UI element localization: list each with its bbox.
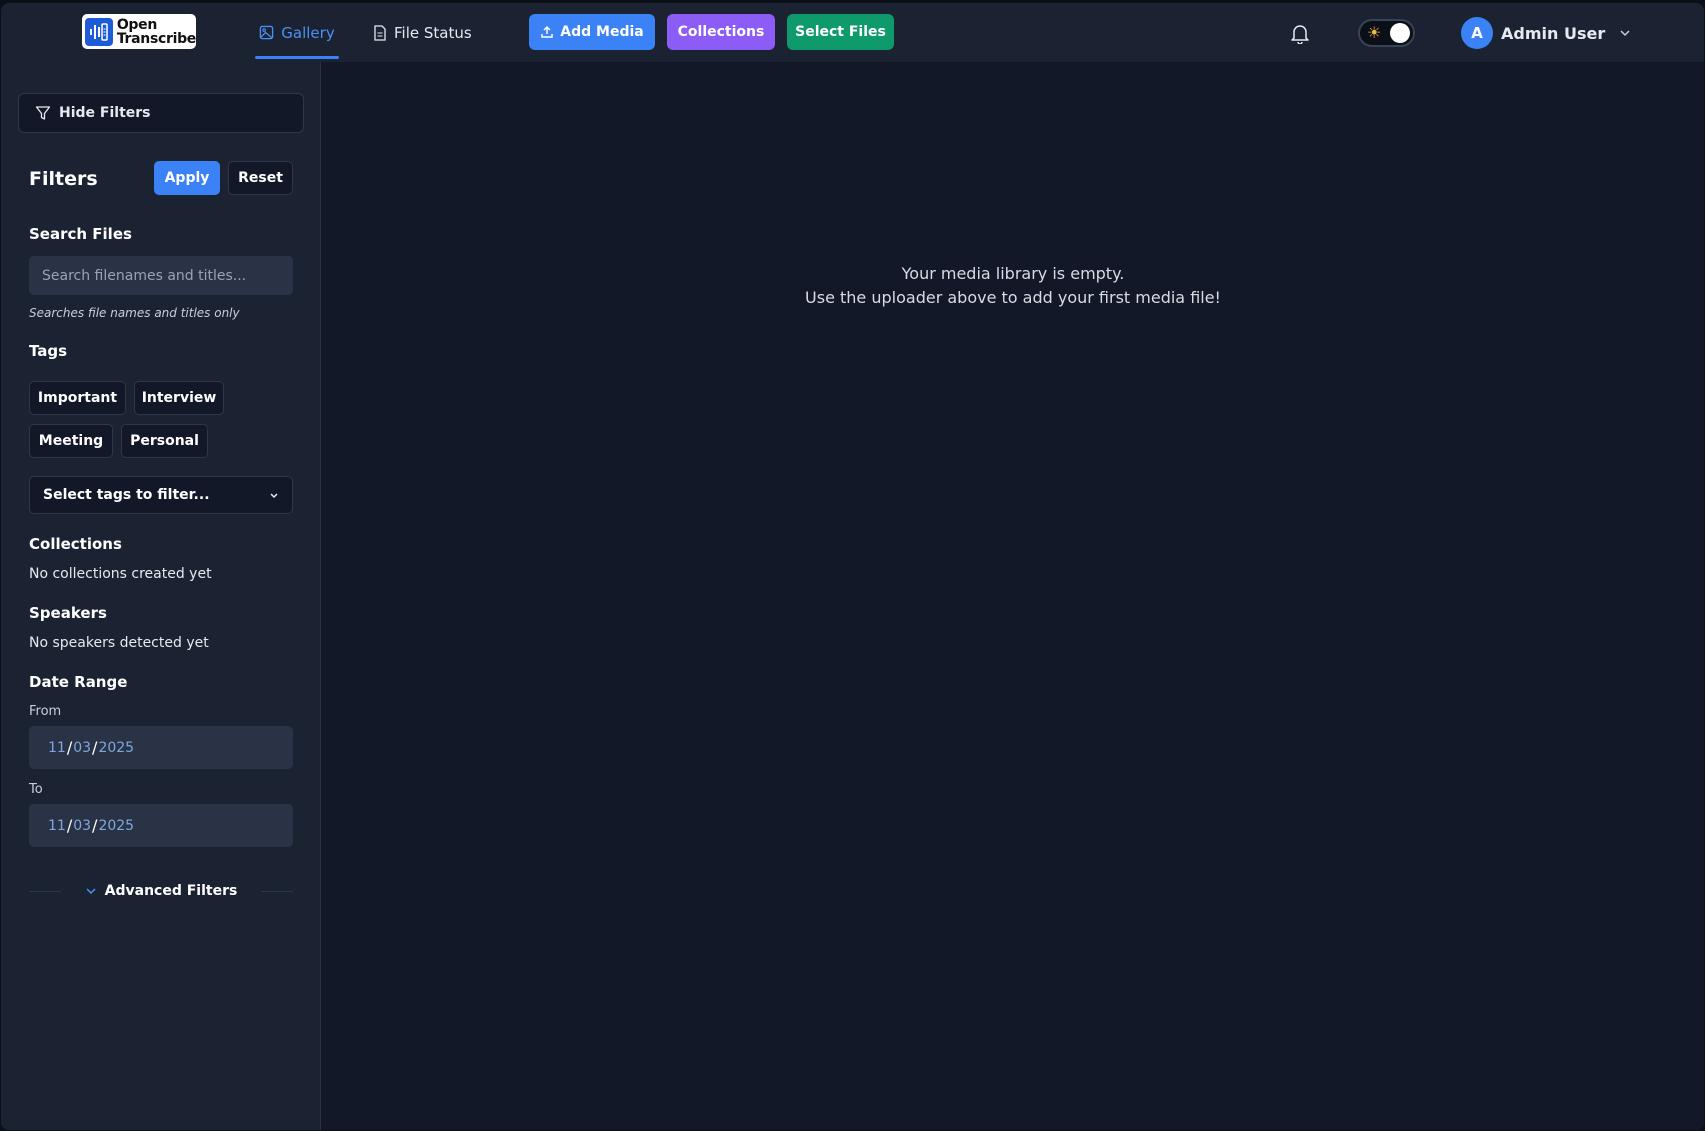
date-separator: / (92, 738, 98, 757)
tab-gallery[interactable]: Gallery (255, 3, 339, 62)
from-label: From (29, 704, 62, 719)
tab-file-status-label: File Status (394, 23, 472, 42)
filter-sidebar: Hide Filters Filters Apply Reset Search … (1, 62, 321, 1130)
advanced-filters-toggle[interactable]: Advanced Filters (29, 878, 293, 904)
upload-icon (541, 25, 554, 38)
to-date-input[interactable]: 11 / 03 / 2025 (29, 804, 293, 847)
filter-icon (35, 106, 51, 120)
to-year: 2025 (98, 817, 135, 834)
tag-chip-personal[interactable]: Personal (121, 424, 208, 458)
tag-select-placeholder: Select tags to filter... (43, 487, 210, 503)
date-separator: / (92, 816, 98, 835)
waveform-logo-icon (85, 17, 113, 46)
select-files-label: Select Files (795, 24, 886, 40)
document-icon (374, 24, 386, 41)
avatar: A (1461, 17, 1493, 49)
sun-icon: ☀ (1367, 23, 1382, 42)
reset-button[interactable]: Reset (228, 161, 293, 195)
user-name: Admin User (1501, 23, 1606, 43)
hide-filters-button[interactable]: Hide Filters (18, 93, 304, 133)
empty-state: Your media library is empty. Use the upl… (322, 262, 1704, 310)
tab-gallery-label: Gallery (281, 23, 335, 42)
from-month: 11 (48, 739, 66, 756)
chevron-down-icon (270, 493, 278, 499)
collections-empty-text: No collections created yet (29, 566, 212, 582)
tab-file-status[interactable]: File Status (373, 3, 472, 62)
date-range-title: Date Range (29, 673, 128, 691)
theme-toggle[interactable]: ☀ (1358, 19, 1415, 47)
date-separator: / (66, 816, 73, 835)
add-media-label: Add Media (560, 24, 644, 40)
app-logo[interactable]: Open Transcribe (82, 14, 196, 49)
gallery-main: Your media library is empty. Use the upl… (322, 62, 1704, 1130)
bell-icon[interactable] (1289, 22, 1311, 44)
tag-chip-interview[interactable]: Interview (134, 381, 224, 415)
collections-button[interactable]: Collections (667, 14, 775, 50)
tags-title: Tags (29, 342, 68, 360)
user-menu[interactable]: A Admin User (1461, 16, 1631, 50)
app-window: Open Transcribe Gallery File Status Add … (1, 3, 1704, 1130)
tag-chip-important[interactable]: Important (29, 381, 126, 415)
tag-chip-meeting[interactable]: Meeting (29, 424, 113, 458)
chevron-down-icon (1620, 30, 1630, 37)
search-hint: Searches file names and titles only (29, 306, 240, 320)
from-year: 2025 (98, 739, 135, 756)
logo-text: Open Transcribe (117, 18, 196, 46)
tag-select-dropdown[interactable]: Select tags to filter... (29, 476, 293, 514)
to-day: 03 (73, 817, 92, 834)
filters-title: Filters (29, 168, 98, 190)
logo-line-1: Open (116, 16, 157, 33)
empty-state-title: Your media library is empty. (901, 264, 1125, 283)
toggle-knob (1390, 23, 1410, 43)
speakers-empty-text: No speakers detected yet (29, 635, 209, 651)
chevron-down-icon (86, 888, 96, 895)
advanced-filters-label: Advanced Filters (104, 883, 238, 899)
collections-label: Collections (677, 24, 765, 40)
logo-line-2: Transcribe (116, 30, 196, 47)
to-label: To (29, 782, 43, 797)
top-navbar: Open Transcribe Gallery File Status Add … (1, 3, 1704, 62)
empty-state-message: Use the uploader above to add your first… (805, 288, 1221, 307)
to-month: 11 (48, 817, 66, 834)
image-icon (260, 25, 274, 40)
speakers-title: Speakers (29, 604, 107, 622)
hide-filters-label: Hide Filters (59, 105, 151, 121)
from-day: 03 (73, 739, 92, 756)
date-separator: / (66, 738, 73, 757)
search-input[interactable] (29, 256, 293, 295)
search-files-title: Search Files (29, 225, 132, 243)
add-media-button[interactable]: Add Media (529, 14, 655, 50)
collections-title: Collections (29, 535, 122, 553)
select-files-button[interactable]: Select Files (787, 14, 894, 50)
from-date-input[interactable]: 11 / 03 / 2025 (29, 726, 293, 769)
apply-button[interactable]: Apply (154, 161, 220, 195)
